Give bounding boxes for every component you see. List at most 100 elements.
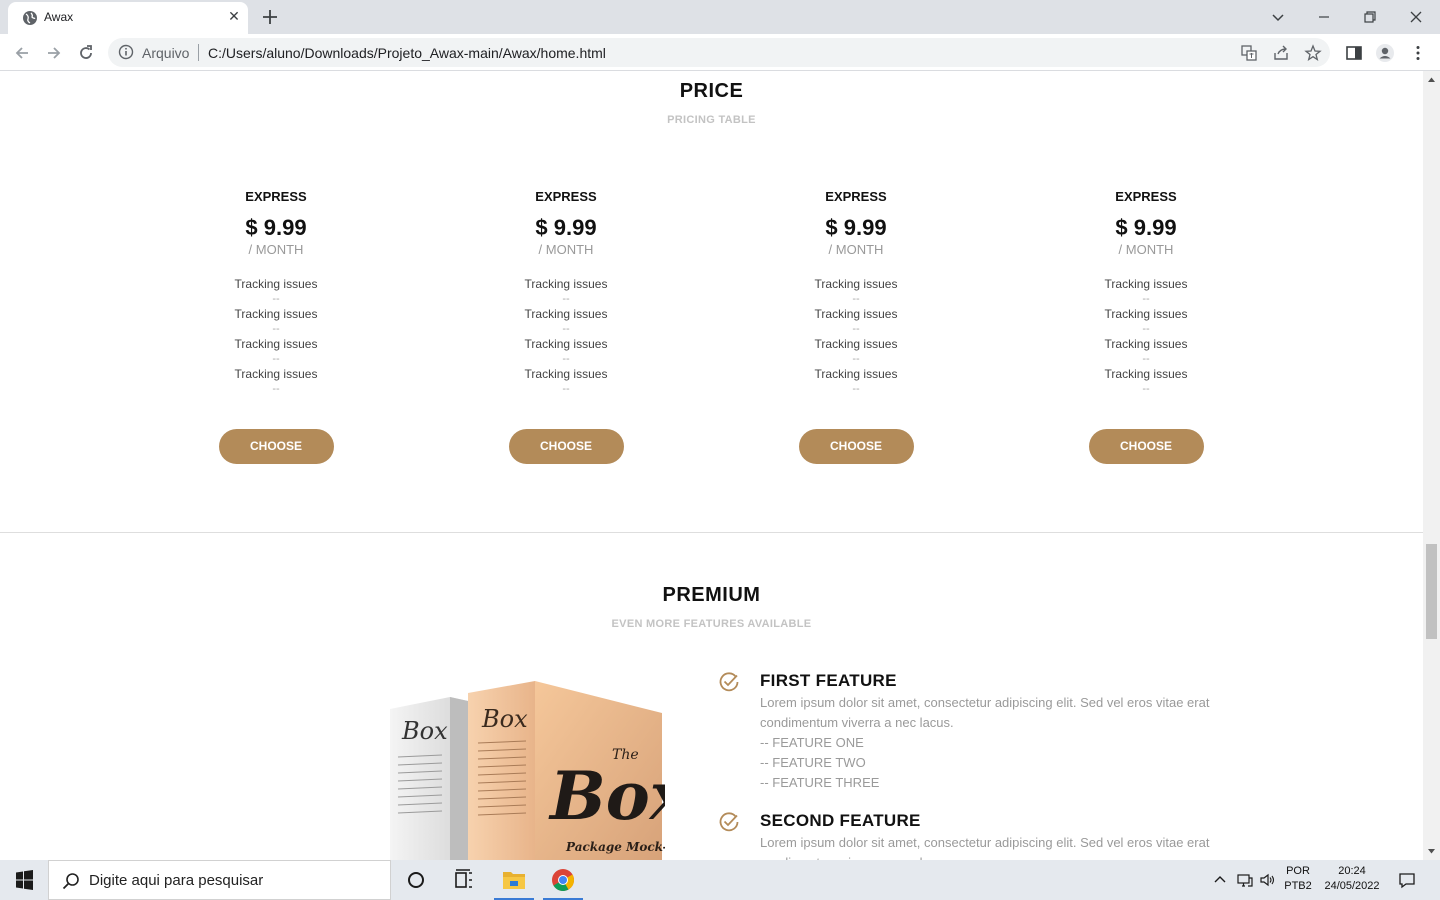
language-code: POR <box>1286 865 1310 877</box>
check-circle-icon <box>719 812 739 832</box>
check-circle-icon <box>719 672 739 692</box>
browser-menu-icon[interactable] <box>1408 43 1428 63</box>
task-view-icon[interactable] <box>440 860 488 900</box>
language-indicator[interactable]: POR PTB2 <box>1282 865 1314 892</box>
plan-feature-dash: -- <box>562 293 570 305</box>
plan-price: $ 9.99 <box>535 215 597 240</box>
plan-feature-text: Tracking issues <box>814 367 898 381</box>
plan-feature-dash: -- <box>852 293 860 305</box>
plan-feature-dash: -- <box>562 323 570 335</box>
windows-start-icon[interactable] <box>0 860 48 900</box>
scroll-thumb[interactable] <box>1426 544 1437 639</box>
folder-icon <box>503 872 525 889</box>
cortana-icon[interactable] <box>392 860 440 900</box>
plan-feature-item: Tracking issues -- <box>1046 337 1246 367</box>
tab-close-icon[interactable]: ✕ <box>226 9 242 25</box>
plan-feature-dash: -- <box>272 353 280 365</box>
plan-name: EXPRESS <box>1115 189 1177 204</box>
plan-period: / MONTH <box>1118 242 1174 257</box>
front-box-caption: Package Mock-Up <box>565 840 665 854</box>
clock[interactable]: 20:24 24/05/2022 <box>1318 865 1386 892</box>
plan-feature-item: Tracking issues -- <box>1046 307 1246 337</box>
plan-feature-item: Tracking issues -- <box>756 337 956 367</box>
feature-list-item: -- FEATURE ONE <box>760 735 864 750</box>
plan-price: $ 9.99 <box>1115 215 1177 240</box>
premium-section-title: PREMIUM <box>662 584 761 606</box>
info-icon[interactable] <box>118 44 134 60</box>
back-box-brand: Box <box>401 717 448 745</box>
network-icon[interactable] <box>1236 871 1254 889</box>
tray-chevron-up-icon[interactable] <box>1211 871 1229 889</box>
plan-feature-text: Tracking issues <box>524 277 608 291</box>
plan-feature-text: Tracking issues <box>234 367 318 381</box>
address-bar[interactable]: Arquivo C:/Users/aluno/Downloads/Projeto… <box>108 38 1330 67</box>
search-icon <box>62 873 79 890</box>
feature-title: FIRST FEATURE <box>760 671 897 690</box>
plan-feature-dash: -- <box>852 323 860 335</box>
plan-feature-dash: -- <box>1142 353 1150 365</box>
side-panel-icon[interactable] <box>1344 43 1364 63</box>
scroll-down-arrow-icon[interactable] <box>1427 847 1436 856</box>
windows-taskbar: Digite aqui para pesquisar POR PTB2 20:2… <box>0 860 1440 900</box>
feature-title: SECOND FEATURE <box>760 811 921 830</box>
choose-button[interactable]: CHOOSE <box>508 429 624 464</box>
chrome-icon <box>552 869 574 891</box>
file-explorer-taskbar-button[interactable] <box>490 860 538 900</box>
choose-button[interactable]: CHOOSE <box>798 429 914 464</box>
plan-name: EXPRESS <box>825 189 887 204</box>
chrome-taskbar-button[interactable] <box>539 860 587 900</box>
tab-search-chevron-icon[interactable] <box>1267 6 1289 28</box>
plan-feature-item: Tracking issues -- <box>176 367 376 397</box>
plan-feature-text: Tracking issues <box>814 307 898 321</box>
forward-arrow-icon[interactable] <box>44 43 64 63</box>
notification-icon[interactable] <box>1398 871 1416 889</box>
plan-feature-text: Tracking issues <box>524 337 608 351</box>
plan-period: / MONTH <box>248 242 304 257</box>
new-tab-icon[interactable] <box>260 7 280 27</box>
plan-feature-list: Tracking issues -- Tracking issues -- Trac… <box>1046 277 1246 397</box>
plan-feature-item: Tracking issues -- <box>176 337 376 367</box>
keyboard-layout: PTB2 <box>1284 880 1312 892</box>
plan-feature-dash: -- <box>562 383 570 395</box>
plan-feature-item: Tracking issues -- <box>756 367 956 397</box>
bookmark-star-icon[interactable] <box>1304 44 1322 62</box>
scroll-up-arrow-icon[interactable] <box>1427 75 1436 84</box>
address-separator <box>198 44 199 61</box>
price-section-title: PRICE <box>679 80 744 102</box>
restore-icon[interactable] <box>1359 6 1381 28</box>
minimize-icon[interactable] <box>1313 6 1335 28</box>
plan-feature-item: Tracking issues -- <box>176 277 376 307</box>
browser-tab-bar: Awax ✕ <box>0 0 1440 34</box>
plan-feature-text: Tracking issues <box>234 277 318 291</box>
plan-feature-text: Tracking issues <box>1104 277 1188 291</box>
plan-feature-item: Tracking issues -- <box>466 337 666 367</box>
plan-feature-text: Tracking issues <box>1104 367 1188 381</box>
taskbar-search[interactable]: Digite aqui para pesquisar <box>48 860 391 900</box>
plan-feature-text: Tracking issues <box>814 337 898 351</box>
choose-button[interactable]: CHOOSE <box>218 429 334 464</box>
box-package-image: Box Box The Box Package Mock-Up <box>390 681 665 860</box>
pricing-card: EXPRESS $ 9.99 / MONTH Tracking issues --… <box>1046 187 1246 464</box>
share-icon[interactable] <box>1272 44 1290 62</box>
browser-tab[interactable]: Awax ✕ <box>8 2 248 34</box>
plan-feature-dash: -- <box>272 383 280 395</box>
feature-block: FIRST FEATURE Lorem ipsum dolor sit amet… <box>718 671 1318 796</box>
back-arrow-icon[interactable] <box>12 43 32 63</box>
pricing-card: EXPRESS $ 9.99 / MONTH Tracking issues --… <box>176 187 376 464</box>
url-text[interactable]: C:/Users/aluno/Downloads/Projeto_Awax-ma… <box>208 45 606 61</box>
reload-icon[interactable] <box>76 43 96 63</box>
volume-icon[interactable] <box>1259 871 1277 889</box>
plan-feature-dash: -- <box>272 323 280 335</box>
plan-feature-item: Tracking issues -- <box>466 367 666 397</box>
plan-period: / MONTH <box>538 242 594 257</box>
plan-feature-text: Tracking issues <box>524 307 608 321</box>
translate-icon[interactable] <box>1240 44 1258 62</box>
plan-feature-dash: -- <box>1142 383 1150 395</box>
side-box-brand: Box <box>481 705 528 733</box>
close-window-icon[interactable] <box>1405 6 1427 28</box>
profile-avatar-icon[interactable] <box>1375 43 1395 63</box>
plan-feature-list: Tracking issues -- Tracking issues -- Trac… <box>176 277 376 397</box>
choose-button[interactable]: CHOOSE <box>1088 429 1204 464</box>
page-scrollbar[interactable] <box>1423 71 1440 860</box>
plan-feature-list: Tracking issues -- Tracking issues -- Trac… <box>756 277 956 397</box>
